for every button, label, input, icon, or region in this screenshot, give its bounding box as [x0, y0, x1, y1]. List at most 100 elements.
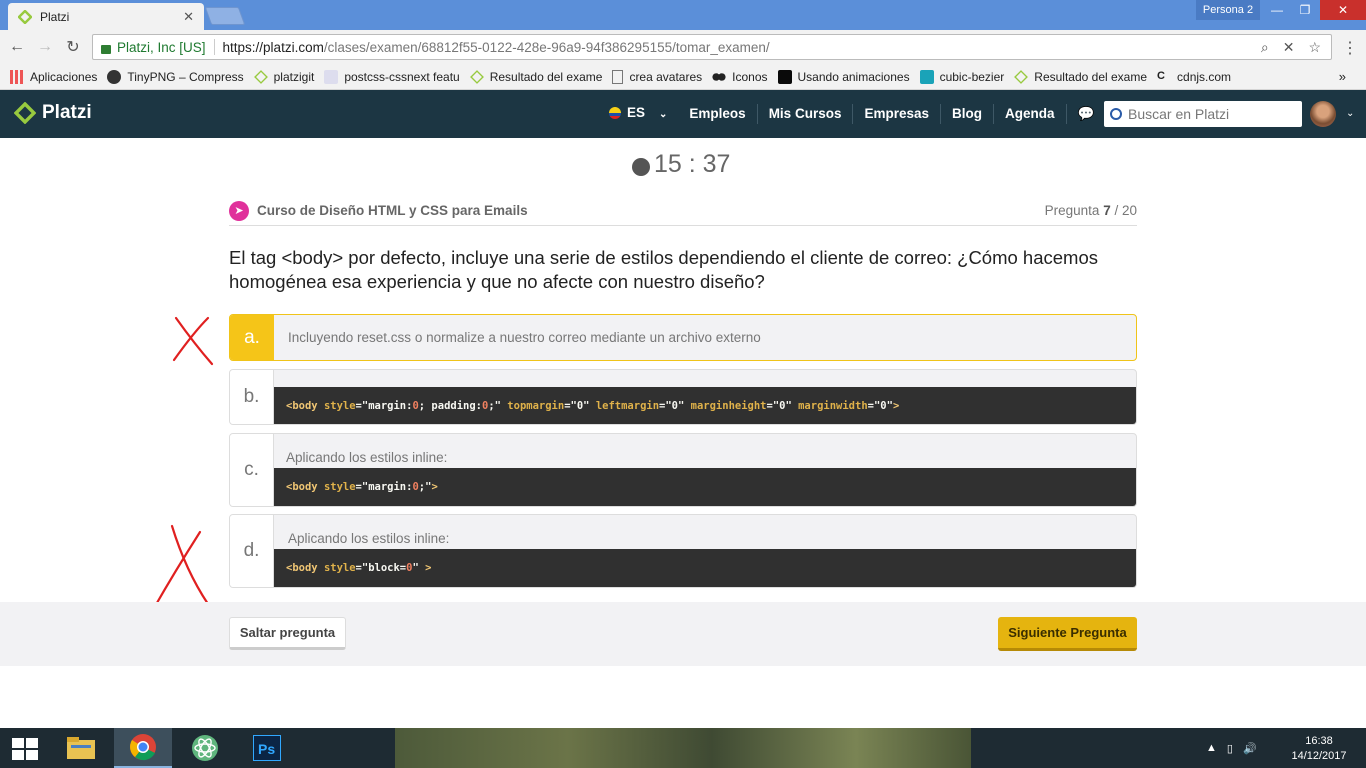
system-tray: ▲ ▯ 🔊	[1206, 728, 1257, 768]
page-icon	[612, 69, 624, 84]
option-label: Aplicando los estilos inline:	[288, 531, 450, 546]
chat-icon[interactable]: 💬	[1067, 104, 1107, 124]
bookmark-star-icon[interactable]: ☆	[1308, 39, 1321, 56]
panda-icon	[107, 69, 122, 84]
code-token-tag: <body	[286, 481, 324, 493]
bookmark-label: cubic-bezier	[939, 69, 1005, 84]
chrome-menu-icon[interactable]: ⋮	[1342, 38, 1358, 58]
red-x-annotation-icon	[152, 524, 210, 610]
chevron-up-icon[interactable]: ▲	[1206, 742, 1217, 754]
secure-site-label: Platzi, Inc [US]	[117, 39, 206, 55]
bookmark-label: postcss-cssnext featu	[344, 69, 460, 84]
chevron-down-icon[interactable]: ⌄	[1346, 108, 1354, 119]
new-tab-button[interactable]	[204, 7, 246, 25]
option-letter: a.	[230, 315, 274, 360]
atom-editor-icon[interactable]	[176, 728, 234, 768]
option-letter: d.	[230, 515, 274, 587]
animation-icon	[777, 69, 792, 84]
code-token-attr: leftmargin	[595, 400, 660, 412]
answer-option-d[interactable]: d. Aplicando los estilos inline: <body s…	[229, 514, 1137, 588]
language-selector[interactable]: ES ⌄	[598, 103, 678, 125]
bookmark-item[interactable]: platzigit	[253, 69, 315, 84]
bookmark-item[interactable]: Resultado del exame	[469, 70, 602, 84]
bookmark-item[interactable]: crea avatares	[612, 69, 702, 84]
back-arrow-icon[interactable]: ←	[6, 38, 28, 56]
bookmark-label: Aplicaciones	[30, 69, 98, 84]
bookmark-item[interactable]: Usando animaciones	[777, 69, 910, 84]
window-close-icon[interactable]: ✕	[1320, 0, 1366, 20]
bookmark-label: Resultado del exame	[1034, 69, 1148, 84]
timer-value: 15 : 37	[654, 150, 731, 178]
file-explorer-icon[interactable]	[52, 728, 110, 768]
windows-start-icon[interactable]	[12, 738, 38, 760]
nav-empresas[interactable]: Empresas	[853, 104, 942, 124]
platzi-header: Platzi ES ⌄ Empleos Mis Cursos Empresas B…	[0, 90, 1366, 138]
photoshop-icon[interactable]: Ps	[238, 728, 296, 768]
bookmark-label: Usando animaciones	[797, 69, 910, 84]
code-token-str: ;"	[418, 481, 432, 493]
exam-timer: 15 : 37	[632, 150, 730, 179]
bookmark-apps[interactable]: Aplicaciones	[10, 69, 98, 84]
browser-tab-strip: Platzi ✕ Persona 2 — ❐ ✕	[0, 0, 1366, 30]
code-token-attr: marginwidth	[798, 400, 868, 412]
course-name: Curso de Diseño HTML y CSS para Emails	[257, 203, 528, 218]
nav-blog[interactable]: Blog	[941, 104, 995, 124]
bookmark-label: platzigit	[273, 69, 315, 84]
code-token-tag: >	[431, 481, 438, 493]
reload-icon[interactable]: ↻	[62, 37, 84, 57]
browser-tab[interactable]: Platzi ✕	[8, 3, 204, 30]
code-token-attr: style	[323, 400, 356, 412]
code-token-tag: >	[425, 562, 432, 574]
option-text: Incluyendo reset.css o normalize a nuest…	[288, 330, 761, 345]
chrome-taskbar-icon[interactable]	[114, 728, 172, 768]
bookmarks-bar: Aplicaciones TinyPNG – Compress platzigi…	[0, 64, 1366, 90]
battery-icon[interactable]: ▯	[1227, 742, 1233, 755]
bookmark-item[interactable]: TinyPNG – Compress	[107, 69, 244, 84]
platzi-logo[interactable]: Platzi	[14, 102, 92, 124]
avatar[interactable]	[1310, 101, 1336, 127]
minimize-icon[interactable]: —	[1262, 0, 1292, 20]
browser-toolbar: ← → ↻ Platzi, Inc [US] https://platzi.co…	[0, 30, 1366, 64]
nav-empleos[interactable]: Empleos	[678, 104, 758, 124]
url-host: https://platzi.com	[222, 39, 324, 55]
option-label: Aplicando los estilos inline:	[286, 450, 448, 465]
code-token-str: ="margin:	[355, 400, 413, 412]
nav-agenda[interactable]: Agenda	[994, 104, 1067, 124]
bookmarks-overflow-icon[interactable]: »	[1339, 69, 1346, 84]
clock-time: 16:38	[1305, 735, 1333, 747]
answer-option-c[interactable]: c. Aplicando los estilos inline: <body s…	[229, 433, 1137, 507]
question-text: El tag <body> por defecto, incluye una s…	[229, 247, 1099, 292]
skip-question-button[interactable]: Saltar pregunta	[229, 617, 346, 650]
lock-icon	[101, 44, 111, 54]
tab-close-icon[interactable]: ✕	[183, 9, 194, 25]
address-bar[interactable]: Platzi, Inc [US] https://platzi.com /cla…	[92, 34, 1332, 60]
bookmark-label: Iconos	[732, 69, 768, 84]
cdnjs-icon: C	[1157, 69, 1165, 82]
bookmark-item[interactable]: Resultado del exame	[1014, 70, 1147, 84]
bookmark-item[interactable]: postcss-cssnext featu	[324, 69, 460, 84]
code-token-str: ="0"	[766, 400, 799, 412]
zoom-magnifier-icon[interactable]: ⌕	[1261, 39, 1269, 56]
bookmark-item[interactable]: Iconos	[712, 69, 768, 84]
restore-icon[interactable]: ❐	[1290, 0, 1320, 20]
nav-mis-cursos[interactable]: Mis Cursos	[758, 104, 854, 124]
bookmark-item[interactable]: cubic-bezier	[919, 69, 1005, 84]
taskbar-clock[interactable]: 16:38 14/12/2017	[1284, 734, 1354, 764]
answer-option-b[interactable]: b. <body style ="margin: 0; padding: 0 ;" to…	[229, 369, 1137, 425]
answer-option-a[interactable]: a. Incluyendo reset.css o normalize a nu…	[229, 314, 1137, 361]
volume-icon[interactable]: 🔊	[1243, 742, 1257, 755]
main-nav: ES ⌄ Empleos Mis Cursos Empresas Blog Age…	[598, 90, 1145, 138]
question-total: / 20	[1114, 203, 1137, 218]
platzi-favicon-icon	[1014, 69, 1029, 84]
profile-persona-button[interactable]: Persona 2	[1196, 0, 1260, 20]
bookmark-item[interactable]: Ccdnjs.com	[1157, 70, 1231, 84]
logo-text: Platzi	[42, 102, 92, 123]
next-question-button[interactable]: Siguiente Pregunta	[998, 617, 1137, 651]
code-token-str: ="0"	[564, 400, 596, 412]
clear-icon[interactable]: ✕	[1283, 39, 1295, 56]
forward-arrow-icon[interactable]: →	[34, 38, 56, 56]
paper-plane-icon: ➤	[229, 200, 249, 221]
search-input[interactable]: Buscar en Platzi	[1104, 101, 1302, 127]
course-info-row: ➤ Curso de Diseño HTML y CSS para Emails…	[229, 196, 1137, 226]
glasses-icon	[712, 69, 727, 84]
